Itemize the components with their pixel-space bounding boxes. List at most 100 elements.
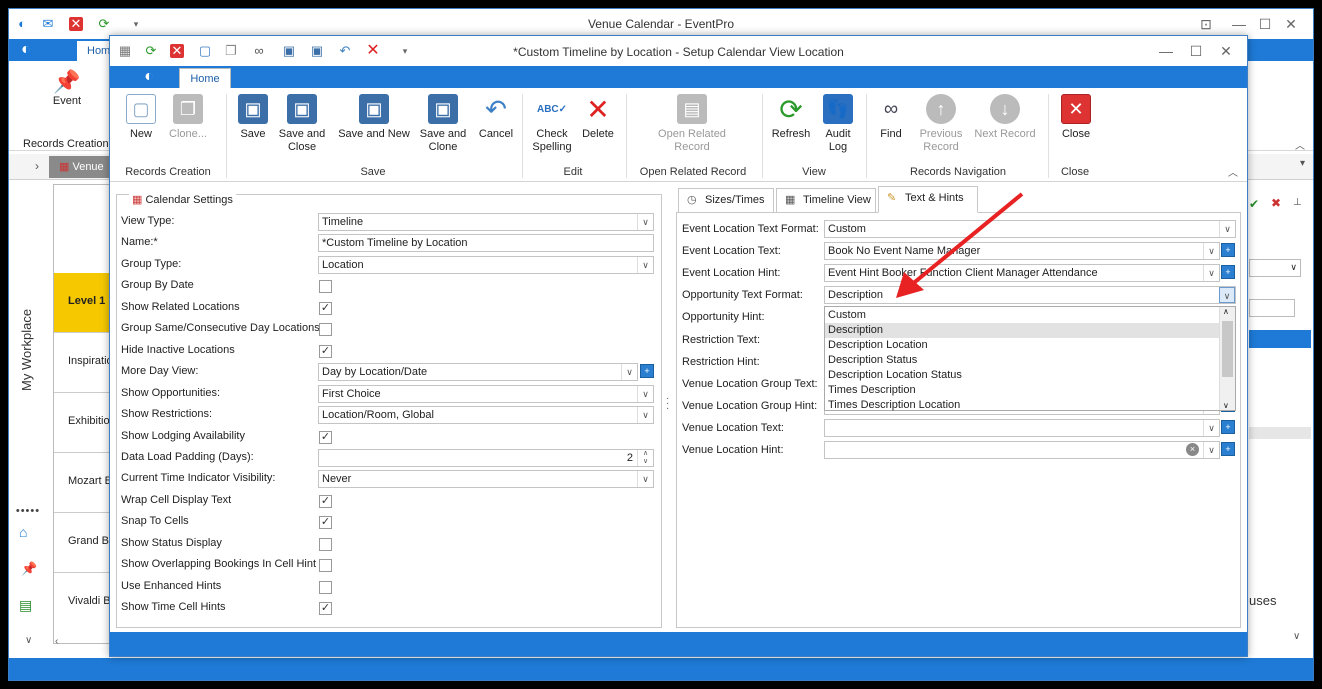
my-workplace-panel[interactable]: My Workplace [17,299,37,399]
setting-dropdown[interactable]: Location ∨ [318,256,654,274]
chevron-down-icon[interactable]: ∨ [637,257,653,273]
save-and-close-button[interactable]: ▣ Save and Close [278,94,326,154]
maximize-icon[interactable]: ☐ [1255,15,1275,33]
add-lookup-icon[interactable]: + [1221,265,1235,279]
chevron-down-icon[interactable]: ∨ [621,364,637,380]
audit-log-button[interactable]: 👣 Audit Log [820,94,856,154]
main-dropdown[interactable]: ∨ [1249,259,1301,277]
setting-checkbox[interactable] [319,280,332,293]
cancel-button[interactable]: ↶ Cancel [476,94,516,141]
chevron-down-icon[interactable]: ∨ [1219,221,1235,237]
spin-arrows-icon[interactable]: ∧ ∨ [637,450,653,466]
dropdown-option[interactable]: Description Status [825,353,1220,368]
dialog-app-menu-icon[interactable]: ◐ [124,68,174,86]
nav-scroll-down-icon[interactable]: ∨ [25,635,32,646]
dropdown-option[interactable]: Times Description Location [825,398,1220,413]
delete-button[interactable]: ✕ Delete [580,94,616,141]
doc-tabs-dropdown-icon[interactable]: ▾ [1300,158,1305,169]
setting-checkbox[interactable]: ✓ [319,345,332,358]
next-record-button[interactable]: ↓ Next Record [972,94,1038,141]
grid-row[interactable]: Mozart B [54,453,112,513]
hint-dropdown[interactable]: Custom ∨ [824,220,1236,238]
add-lookup-icon[interactable]: + [1221,420,1235,434]
add-lookup-icon[interactable]: + [1221,243,1235,257]
new-button[interactable]: ▢ New [126,94,156,141]
add-lookup-icon[interactable]: + [640,364,654,378]
chevron-down-icon[interactable]: ∨ [1203,243,1219,259]
hint-dropdown[interactable]: ∨ × [824,441,1220,459]
setting-checkbox[interactable]: ✓ [319,495,332,508]
main-tool-icon-2[interactable]: ✖ [1271,196,1281,210]
setting-dropdown[interactable]: Location/Room, Global ∨ [318,406,654,424]
setting-text-input[interactable]: *Custom Timeline by Location [318,234,654,252]
pin-panel-icon[interactable]: ⊥ [1293,197,1302,208]
grid-row[interactable]: Exhibitio [54,393,112,453]
chevron-down-icon[interactable]: ∨ [1203,420,1219,436]
chevron-down-icon[interactable]: ∨ [637,214,653,230]
list-scrollbar[interactable]: ∧ ∨ [1219,307,1235,410]
dialog-home-tab[interactable]: Home [179,68,231,88]
setting-spin-input[interactable]: 2 ∧ ∨ [318,449,654,467]
setting-dropdown[interactable]: First Choice ∨ [318,385,654,403]
chevron-down-icon[interactable]: ∨ [637,407,653,423]
main-scroll-down-icon[interactable]: ∨ [1293,631,1300,642]
minimize-icon[interactable]: — [1229,15,1249,33]
chevron-down-icon[interactable]: ∨ [637,471,653,487]
setting-checkbox[interactable] [319,323,332,336]
grid-row[interactable]: Grand Ba [54,513,112,573]
setting-checkbox[interactable]: ✓ [319,516,332,529]
tab-timeline-view[interactable]: ▦ Timeline View [776,188,876,212]
home-nav-icon[interactable]: ⌂ [19,524,27,540]
venue-doc-tab[interactable]: ▦ Venue [49,156,111,178]
clear-icon[interactable]: × [1186,443,1199,456]
list-scroll-down-icon[interactable]: ∨ [1223,401,1229,410]
setting-dropdown[interactable]: Never ∨ [318,470,654,488]
previous-record-button[interactable]: ↑ Previous Record [916,94,966,154]
dialog-minimize-icon[interactable]: — [1156,42,1176,60]
setting-checkbox[interactable]: ✓ [319,302,332,315]
hint-dropdown[interactable]: ∨ [824,419,1220,437]
save-and-clone-button[interactable]: ▣ Save and Clone [418,94,468,154]
grid-row-level1[interactable]: Level 1 [54,273,112,333]
chevron-down-icon[interactable]: ∨ [1219,287,1235,303]
dialog-close-icon[interactable]: ✕ [1216,42,1236,60]
save-and-new-button[interactable]: ▣ Save and New [336,94,412,141]
chevron-down-icon[interactable]: ∨ [637,386,653,402]
setting-checkbox[interactable] [319,538,332,551]
main-tool-icon[interactable]: ✔ [1249,197,1259,211]
chevron-down-icon[interactable]: ∨ [1203,442,1219,458]
find-button[interactable]: ∞ Find [876,94,906,141]
save-button[interactable]: ▣ Save [236,94,270,141]
main-input[interactable] [1249,299,1295,317]
close-button[interactable]: ✕ Close [1058,94,1094,141]
dropdown-option[interactable]: Description Location [825,338,1220,353]
event-button[interactable]: 📌 Event [49,69,85,107]
tab-text-hints[interactable]: ✎ Text & Hints [878,186,978,213]
hint-dropdown[interactable]: Description ∨ [824,286,1236,304]
add-lookup-icon[interactable]: + [1221,442,1235,456]
collapse-dialog-ribbon-icon[interactable]: ︿ [1228,164,1238,179]
grid-row[interactable]: Vivaldi B [54,573,112,633]
dialog-maximize-icon[interactable]: ☐ [1186,42,1206,60]
setting-checkbox[interactable]: ✓ [319,602,332,615]
setting-dropdown[interactable]: Day by Location/Date ∨ [318,363,638,381]
splitter-grip[interactable]: ••••• [13,505,43,517]
close-icon[interactable]: ✕ [1281,15,1301,33]
dropdown-option[interactable]: Description [825,323,1220,338]
list-scroll-thumb[interactable] [1222,321,1233,377]
setting-checkbox[interactable]: ✓ [319,431,332,444]
opportunity-format-dropdown-list[interactable]: Custom Description Description Location Des… [824,306,1236,411]
open-related-record-button[interactable]: ▤ Open Related Record [650,94,734,154]
panel-splitter[interactable]: · · · [666,394,669,414]
dropdown-option[interactable]: Description Location Status [825,368,1220,383]
app-menu-icon[interactable]: ◐ [21,41,75,61]
nav-expand-icon[interactable]: › [35,159,39,173]
list-nav-icon[interactable]: ▤ [19,597,32,614]
list-scroll-up-icon[interactable]: ∧ [1223,307,1229,316]
grid-row[interactable]: Inspiratio [54,333,112,393]
refresh-button[interactable]: ⟳ Refresh [770,94,812,141]
pin-nav-icon[interactable]: 📌 [21,561,37,577]
chevron-down-icon[interactable]: ∨ [1203,265,1219,281]
grid-scroll-left-icon[interactable]: ‹ [55,636,58,647]
collapse-ribbon-icon[interactable]: ︿ [1295,137,1305,152]
